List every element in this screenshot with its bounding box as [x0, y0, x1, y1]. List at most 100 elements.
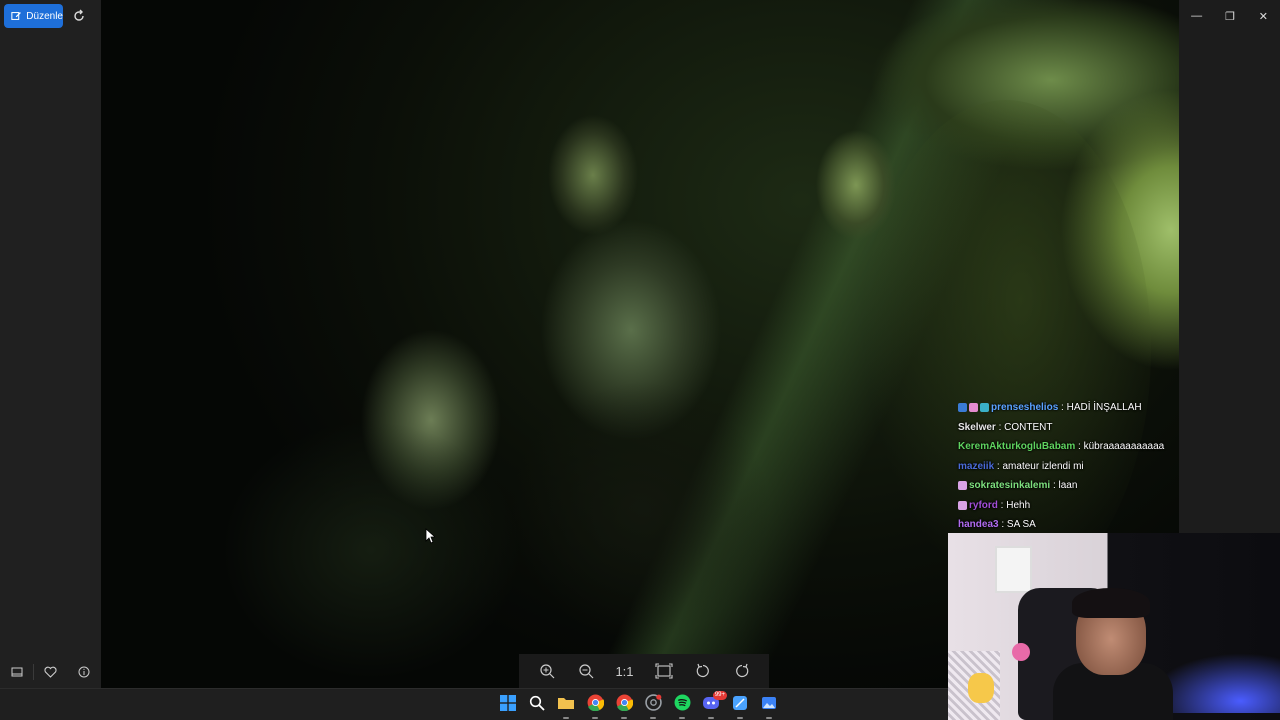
window-controls: — ❐ ✕ — [1180, 0, 1280, 32]
heart-icon — [44, 666, 57, 678]
rotate-left-icon — [696, 663, 709, 678]
minimize-button[interactable]: — — [1182, 10, 1212, 22]
chrome-icon — [587, 694, 604, 716]
chair-decoration — [1012, 643, 1030, 661]
running-indicator — [737, 717, 743, 719]
actual-size-button[interactable]: 1:1 — [615, 661, 635, 681]
edit-button[interactable]: Düzenle — [4, 4, 63, 28]
photos-app-icon — [761, 695, 777, 716]
search-icon — [529, 695, 545, 716]
chrome-dev-taskbar-button[interactable] — [641, 693, 665, 719]
rotate-right-button[interactable] — [732, 661, 752, 681]
rotate-right-icon — [735, 663, 748, 678]
rotate-icon[interactable] — [71, 8, 87, 24]
edit-button-label: Düzenle — [26, 10, 63, 22]
chat-message-text: CONTENT — [1004, 421, 1053, 433]
close-button[interactable]: ✕ — [1248, 10, 1278, 23]
chrome-profile-icon — [616, 694, 633, 716]
file-explorer-icon — [557, 695, 575, 716]
file-explorer-taskbar-button[interactable] — [554, 693, 578, 719]
restore-button[interactable]: ❐ — [1215, 10, 1245, 23]
chat-message-text: laan — [1058, 480, 1078, 491]
chat-message: handea3 : SA SA — [958, 515, 1180, 535]
filmstrip-button[interactable] — [0, 660, 33, 684]
edit-icon — [11, 12, 21, 20]
chat-separator: : — [1058, 402, 1067, 413]
wall-poster — [995, 546, 1032, 593]
discord-taskbar-button[interactable]: 99+ — [699, 691, 727, 719]
photo-shape — [221, 420, 521, 680]
running-indicator — [708, 717, 714, 719]
spotify-taskbar-button[interactable] — [670, 693, 694, 719]
chat-message: mazeiik : amateur izlendi mi — [958, 457, 1180, 477]
chat-message: KeremAkturkogluBabam : kübraaaaaaaaaaa — [958, 437, 1180, 457]
chat-username: prenseshelios — [991, 402, 1059, 413]
chat-separator: : — [998, 519, 1007, 530]
left-rail-bottom-actions — [0, 660, 101, 684]
info-button[interactable] — [67, 660, 100, 684]
chat-badge-icon — [958, 403, 967, 413]
taskbar: 99+ — [0, 688, 948, 720]
chat-message: sokratesinkalemi : laan — [958, 476, 1180, 496]
photos-left-rail: Düzenle — [0, 0, 101, 688]
taskbar-apps: 99+ — [496, 691, 781, 719]
zoom-out-button[interactable] — [576, 661, 596, 681]
chat-message-text: kübraaaaaaaaaaa — [1083, 441, 1165, 452]
snipping-tool-taskbar-button[interactable] — [728, 693, 752, 719]
zoom-out-icon — [578, 664, 593, 679]
chrome-profile-taskbar-button[interactable] — [612, 693, 636, 719]
fit-to-window-icon — [654, 663, 673, 679]
chat-separator: : — [1075, 441, 1084, 452]
chat-message-text: amateur izlendi mi — [1002, 460, 1084, 472]
chat-username: sokratesinkalemi — [969, 480, 1051, 491]
chrome-dev-icon — [644, 694, 662, 716]
toy-figure — [968, 673, 994, 703]
chat-username: KeremAkturkogluBabam — [958, 441, 1076, 452]
chat-separator: : — [1050, 480, 1059, 491]
zoom-in-icon — [539, 664, 554, 679]
chat-username: ryford — [969, 499, 998, 511]
chat-message-text: HADİ İNŞALLAH — [1066, 402, 1142, 413]
spotify-icon — [674, 694, 691, 716]
chrome-taskbar-button[interactable] — [583, 693, 607, 719]
chat-message-text: Hehh — [1006, 499, 1031, 511]
search-taskbar-button[interactable] — [525, 693, 549, 717]
running-indicator — [621, 717, 627, 719]
snipping-tool-icon — [732, 695, 748, 716]
favorite-button[interactable] — [34, 660, 67, 684]
chat-badge-icon — [980, 403, 989, 413]
running-indicator — [592, 717, 598, 719]
streamer-hair — [1072, 588, 1150, 618]
zoom-toolbar: 1:1 — [519, 654, 769, 688]
running-indicator — [650, 717, 656, 719]
notification-badge: 99+ — [712, 691, 727, 700]
running-indicator — [563, 717, 569, 719]
stream-chat-overlay: prenseshelios : HADİ İNŞALLAH Skelwer : C… — [958, 398, 1180, 535]
chat-badge-icon — [958, 481, 967, 491]
zoom-in-button[interactable] — [537, 661, 557, 681]
chat-message: ryford : Hehh — [958, 496, 1180, 516]
chat-username: handea3 — [958, 519, 999, 530]
webcam-feed — [948, 533, 1280, 720]
running-indicator — [679, 717, 685, 719]
screen: Düzenle 1:1 — ❐ ✕ prenseshelios: HADİ İ… — [0, 0, 1280, 720]
rotate-left-button[interactable] — [693, 661, 713, 681]
chat-username: mazeiik — [958, 460, 995, 472]
mouse-cursor-icon — [425, 528, 435, 544]
photo-shape — [511, 380, 771, 640]
chat-badge-icon — [969, 403, 978, 413]
chat-badge-icon — [958, 500, 967, 510]
filmstrip-icon — [11, 667, 22, 677]
chat-username: Skelwer — [958, 421, 996, 433]
chat-message-text: SA SA — [1006, 519, 1036, 530]
windows-start-icon — [500, 694, 516, 716]
chat-separator: : — [995, 421, 1005, 433]
chat-separator: : — [997, 499, 1007, 511]
running-indicator — [766, 717, 772, 719]
info-icon — [78, 666, 89, 678]
fit-to-window-button[interactable] — [654, 661, 674, 681]
chat-message: prenseshelios : HADİ İNŞALLAH — [958, 398, 1180, 418]
chat-message: Skelwer : CONTENT — [958, 418, 1180, 438]
photos-app-taskbar-button[interactable] — [757, 693, 781, 719]
windows-start-taskbar-button[interactable] — [496, 693, 520, 717]
